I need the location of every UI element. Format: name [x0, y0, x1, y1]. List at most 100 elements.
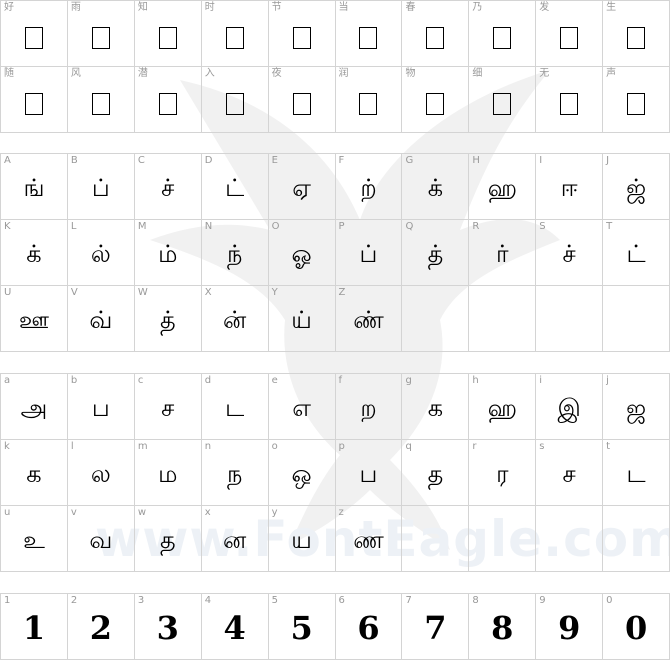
digits-glyph-grid: 11 22 33 44 55 66 77 88 99 00 [0, 593, 670, 660]
glyph-cell: pப [335, 440, 403, 506]
glyph: ச் [562, 240, 576, 268]
missing-glyph-box [91, 27, 110, 49]
glyph-cell: 44 [201, 594, 269, 660]
glyph: ய் [291, 306, 312, 334]
glyph-cell: 55 [268, 594, 336, 660]
glyph: ஈ [560, 174, 578, 202]
glyph-cell: yய [268, 506, 336, 572]
glyph-cell: S ச் [536, 220, 604, 286]
glyph: ப [359, 460, 378, 488]
glyph-cell: V வ் [67, 286, 135, 352]
missing-glyph-box [158, 93, 177, 115]
missing-glyph-box [560, 27, 579, 49]
glyph: ந் [226, 240, 243, 268]
cell-label: H [472, 155, 480, 166]
cell-label: w [137, 507, 146, 518]
glyph: க் [427, 174, 444, 202]
glyph-cell: Uஊ [1, 286, 68, 352]
cell-label: 润 [338, 68, 349, 79]
glyph: ட [626, 460, 646, 488]
glyph-cell: W த் [134, 286, 202, 352]
cell-label: h [472, 375, 479, 386]
cell-label: T [606, 221, 613, 232]
glyph-cell: 当 [335, 1, 403, 67]
glyph-cell: 入 [201, 67, 269, 133]
cell-label: 乃 [472, 2, 483, 13]
glyph: ஏ [292, 174, 311, 202]
glyph: ச [562, 460, 576, 488]
glyph: ங் [23, 174, 45, 202]
glyph-cell: mம [134, 440, 202, 506]
glyph-cell: bப [67, 374, 135, 440]
glyph-cell: 润 [335, 67, 403, 133]
cell-label: J [606, 155, 610, 166]
glyph-cell: lல [67, 440, 135, 506]
glyph: ற [360, 394, 377, 422]
glyph-cell: Z ண் [335, 286, 403, 352]
cell-label: b [70, 375, 78, 386]
glyph-cell: iஇ [536, 374, 604, 440]
grid-row: Uஊ V வ் W த் X ன் Y ய் Z ண் [1, 286, 670, 352]
glyph: இ [557, 394, 581, 422]
cell-label: K [4, 221, 11, 232]
glyph: த [427, 460, 444, 488]
missing-glyph-box [158, 27, 177, 49]
glyph-cell: 无 [536, 67, 604, 133]
cell-label: I [539, 155, 543, 166]
glyph-cell: Q த் [402, 220, 470, 286]
glyph-cell: X ன் [201, 286, 269, 352]
glyph-cell: 发 [536, 1, 604, 67]
glyph-cell: L ல் [67, 220, 135, 286]
glyph-cell: J ஜ் [603, 154, 670, 220]
missing-glyph-box [493, 27, 512, 49]
missing-glyph-box [359, 27, 378, 49]
cell-label: m [137, 441, 148, 452]
glyph: 8 [491, 609, 514, 647]
glyph-cell: Hஹ [469, 154, 537, 220]
cell-label: u [4, 507, 11, 518]
cell-label: Q [405, 221, 414, 232]
cell-label: 入 [204, 68, 215, 79]
glyph: ட் [626, 240, 646, 268]
cell-label: W [137, 287, 148, 298]
glyph-cell: gக [402, 374, 470, 440]
cell-label: 细 [472, 68, 483, 79]
glyph-cell: sச [536, 440, 604, 506]
cell-label: 声 [606, 68, 617, 79]
glyph: ப் [91, 174, 110, 202]
glyph: க் [26, 240, 42, 268]
glyph-cell: 春 [402, 1, 470, 67]
cell-label: y [271, 507, 278, 518]
glyph-cell: cச [134, 374, 202, 440]
glyph: க [427, 394, 444, 422]
cell-label: 好 [4, 2, 14, 13]
glyph-cell: 00 [603, 594, 670, 660]
glyph-cell: fற [335, 374, 403, 440]
glyph: 2 [89, 609, 112, 647]
glyph-cell: zண [335, 506, 403, 572]
glyph: ண [353, 526, 384, 554]
missing-glyph-box [627, 93, 646, 115]
empty-cell [402, 506, 470, 572]
glyph: 6 [357, 609, 380, 647]
glyph-cell: 潜 [134, 67, 202, 133]
missing-glyph-box [24, 93, 43, 115]
glyph: ஹ [487, 174, 517, 202]
glyph: அ [20, 394, 48, 422]
glyph-cell: Oஓ [268, 220, 336, 286]
grid-row: K க் L ல் M ம் N ந் Oஓ P ப் Q த் R ர் S ச் T ட் [1, 220, 670, 286]
cell-label: c [137, 375, 144, 386]
glyph: ஓ [291, 240, 312, 268]
missing-glyph-box [627, 27, 646, 49]
cell-label: O [271, 221, 280, 232]
cell-label: f [338, 375, 343, 386]
glyph: த் [159, 306, 176, 334]
cell-label: j [606, 375, 609, 386]
glyph: ஹ [487, 394, 517, 422]
empty-cell [603, 506, 670, 572]
glyph: ப் [359, 240, 378, 268]
missing-glyph-box [493, 93, 512, 115]
glyph-cell: G க் [402, 154, 470, 220]
glyph: த [159, 526, 176, 554]
cell-label: M [137, 221, 147, 232]
